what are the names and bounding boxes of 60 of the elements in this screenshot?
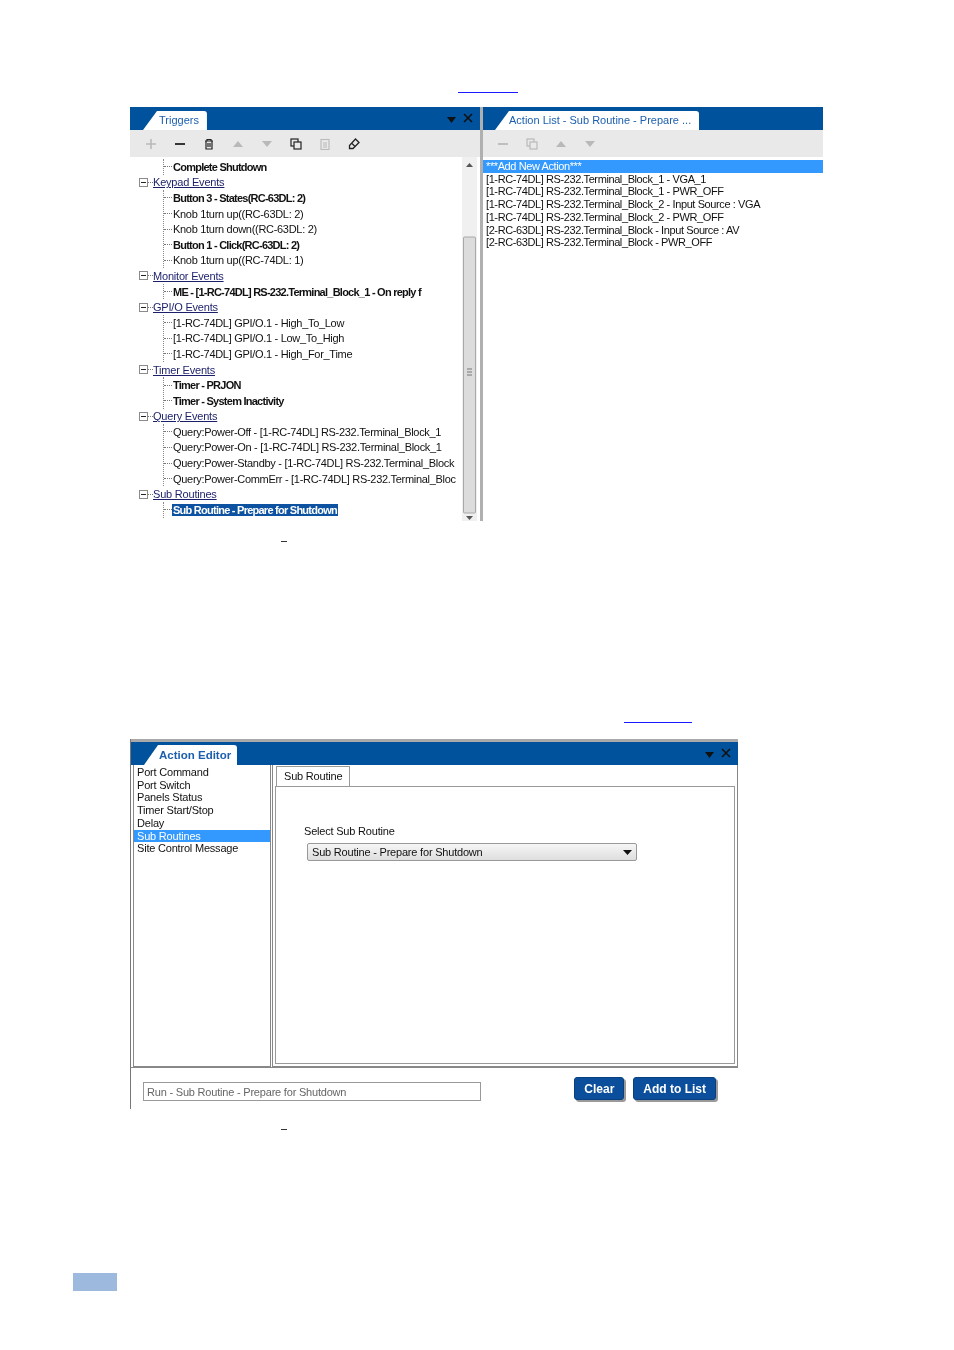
collapse-icon[interactable] [139, 489, 148, 499]
eraser-icon[interactable] [348, 137, 360, 150]
action-type-item[interactable]: Delay [134, 816, 270, 830]
action-item[interactable]: [1-RC-74DL] RS-232.Terminal_Block_2 - PWR_OFF [483, 210, 823, 224]
sub-routine-dropdown[interactable]: Sub Routine - Prepare for Shutdown [307, 843, 637, 861]
action-item[interactable]: [2-RC-63DL] RS-232.Terminal_Block - PWR_OFF [483, 236, 823, 249]
action-type-item[interactable]: Panels Status [134, 791, 270, 805]
tree-item[interactable]: Query:Power-Standby - [1-RC-74DL] RS-232.Terminal_Block [172, 457, 456, 470]
panel-tab[interactable]: Triggers [143, 111, 207, 130]
panel-tab[interactable]: Action List - Sub Routine - Prepare ... [495, 111, 700, 130]
action-type-item[interactable]: Site Control Message [134, 842, 270, 855]
tree-group[interactable]: Sub Routines [153, 488, 217, 501]
action-type-item[interactable]: Port Command [134, 766, 270, 779]
tree-item[interactable]: Button 1 - Click(RC-63DL: 2) [172, 238, 301, 251]
collapse-icon[interactable] [139, 271, 148, 281]
tree-item[interactable]: [1-RC-74DL] GPI/O.1 - Low_To_High [172, 332, 346, 345]
tree-item[interactable]: ME - [1-RC-74DL] RS-232.Terminal_Block_1 - On reply f [172, 285, 422, 298]
tree-item[interactable]: Query:Power-On - [1-RC-74DL] RS-232.Terminal_Block_1 [172, 441, 443, 454]
close-icon[interactable] [721, 748, 731, 758]
collapse-icon[interactable] [139, 302, 148, 312]
collapse-icon[interactable] [139, 365, 148, 374]
tree-item[interactable]: Knob 1turn up((RC-74DL: 1) [172, 254, 305, 267]
tree-group[interactable]: Keypad Events [153, 176, 225, 189]
command-field[interactable]: Run - Sub Routine - Prepare for Shutdown [143, 1082, 481, 1101]
action-button[interactable]: Clear [574, 1077, 625, 1100]
action-item[interactable]: [1-RC-74DL] RS-232.Terminal_Block_2 - Input Source : VGA [483, 198, 823, 211]
tree-item[interactable]: Timer - PRJON [172, 379, 242, 392]
tree-group[interactable]: GPI/O Events [153, 301, 218, 314]
action-item[interactable]: [2-RC-63DL] RS-232.Terminal_Block - Input Source : AV [483, 223, 823, 237]
action-item[interactable]: [1-RC-74DL] RS-232.Terminal_Block_1 - VGA_1 [483, 172, 823, 186]
scrollbar[interactable] [462, 157, 477, 521]
action-item[interactable]: [1-RC-74DL] RS-232.Terminal_Block_1 - PWR_OFF [483, 185, 823, 199]
action-type-item[interactable]: Port Switch [134, 778, 270, 792]
tree-item[interactable]: Timer - System Inactivity [172, 394, 285, 407]
copy-icon[interactable] [290, 137, 302, 150]
dropdown-icon[interactable] [705, 752, 714, 758]
tree-item[interactable]: Query:Power-CommErr - [1-RC-74DL] RS-232.Terminal_Bloc [172, 472, 457, 485]
panel-tab[interactable]: Action Editor [144, 745, 238, 765]
detail-tab[interactable]: Sub Routine [276, 766, 351, 786]
tree-item[interactable]: Button 3 - States(RC-63DL: 2) [172, 192, 307, 204]
tree-group[interactable]: Monitor Events [153, 269, 224, 282]
tree-item[interactable]: Knob 1turn down((RC-63DL: 2) [172, 223, 318, 236]
trash-icon[interactable] [203, 137, 215, 150]
tree-group[interactable]: Query Events [153, 410, 218, 423]
action-button[interactable]: Add to List [633, 1077, 716, 1100]
dropdown-icon[interactable] [447, 117, 456, 123]
tree-item[interactable]: Query:Power-Off - [1-RC-74DL] RS-232.Terminal_Block_1 [172, 425, 443, 438]
tree-group[interactable]: Timer Events [153, 363, 215, 376]
page-footer-bar [73, 1273, 117, 1291]
tree-item[interactable]: [1-RC-74DL] GPI/O.1 - High_To_Low [172, 316, 346, 329]
collapse-icon[interactable] [139, 177, 148, 187]
select-label: Select Sub Routine [304, 825, 396, 837]
collapse-icon[interactable] [139, 411, 148, 421]
tree-item[interactable]: Complete Shutdown [172, 160, 268, 173]
tree-item[interactable]: [1-RC-74DL] GPI/O.1 - High_For_Time [172, 347, 354, 360]
tree-item[interactable]: Knob 1turn up((RC-63DL: 2) [172, 207, 305, 220]
tree-item[interactable]: Sub Routine - Prepare for Shutdown [172, 503, 338, 516]
caret-icon [623, 849, 632, 855]
action-type-item[interactable]: Timer Start/Stop [134, 804, 270, 817]
close-icon[interactable] [463, 113, 473, 123]
